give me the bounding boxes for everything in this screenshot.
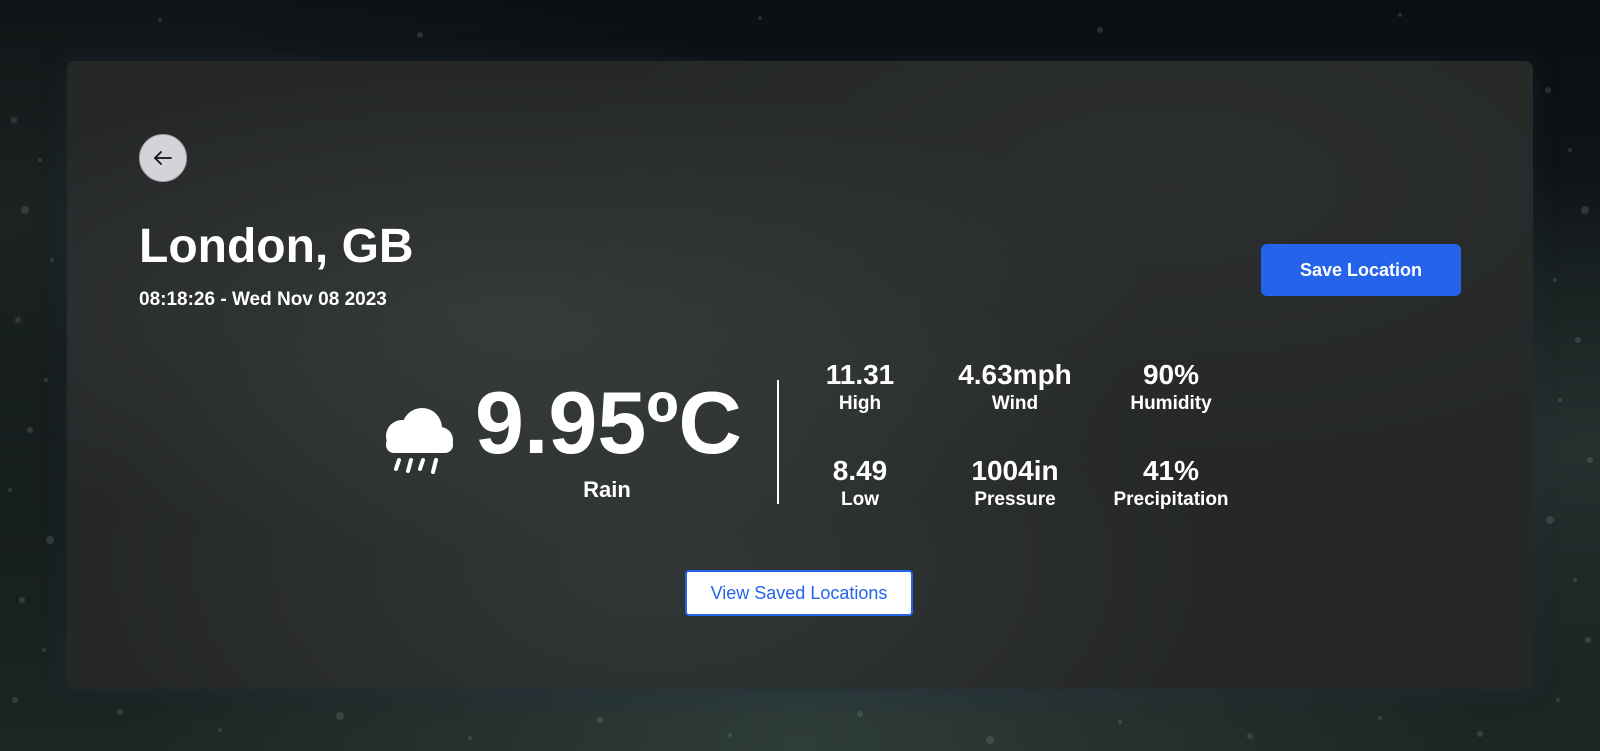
stat-low-value: 8.49 xyxy=(832,455,888,486)
current-temperature: 9.95ºC xyxy=(475,373,742,472)
divider xyxy=(777,380,779,504)
stat-wind-label: Wind xyxy=(991,392,1039,414)
stat-precipitation-value: 41% xyxy=(1142,455,1200,486)
rain-cloud-icon xyxy=(386,408,453,474)
stat-wind-value: 4.63mph xyxy=(958,359,1072,390)
view-saved-locations-button[interactable]: View Saved Locations xyxy=(685,570,913,616)
stat-humidity-value: 90% xyxy=(1142,359,1200,390)
stat-pressure-label: Pressure xyxy=(974,488,1056,510)
stat-humidity: 90% Humidity xyxy=(1096,359,1246,415)
back-button[interactable] xyxy=(139,134,187,182)
stat-high-label: High xyxy=(838,392,882,414)
stat-precipitation-label: Precipitation xyxy=(1113,488,1229,510)
stat-high: 11.31 High xyxy=(785,359,935,415)
stat-pressure: 1004in Pressure xyxy=(940,455,1090,511)
arrow-left-icon xyxy=(154,151,172,165)
stat-low: 8.49 Low xyxy=(785,455,935,511)
stat-high-value: 11.31 xyxy=(825,359,895,390)
city-title: London, GB xyxy=(139,220,414,273)
weather-condition: Rain xyxy=(583,477,631,502)
stat-humidity-label: Humidity xyxy=(1130,392,1212,414)
weather-card: London, GB 08:18:26 - Wed Nov 08 2023 Sa… xyxy=(67,61,1533,689)
local-datetime: 08:18:26 - Wed Nov 08 2023 xyxy=(139,289,387,310)
stat-pressure-value: 1004in xyxy=(971,455,1059,486)
save-location-button[interactable]: Save Location xyxy=(1261,244,1461,296)
stat-low-label: Low xyxy=(841,488,879,510)
stat-precipitation: 41% Precipitation xyxy=(1096,455,1246,511)
stat-wind: 4.63mph Wind xyxy=(940,359,1090,415)
